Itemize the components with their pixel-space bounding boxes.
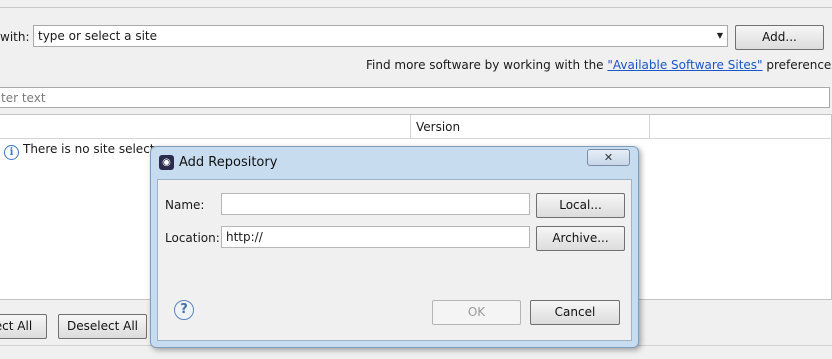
info-icon: i: [4, 145, 19, 160]
cancel-button-label: Cancel: [554, 305, 596, 319]
ok-button-label: OK: [467, 305, 486, 319]
select-all-label: ect All: [0, 319, 33, 333]
local-button-label: Local...: [559, 198, 602, 212]
location-value: http://: [226, 230, 263, 244]
add-button-label: Add...: [762, 30, 797, 44]
work-with-label: with:: [0, 30, 30, 44]
help-glyph: ?: [180, 302, 188, 317]
eclipse-icon: ◉: [159, 155, 174, 170]
name-label: Name:: [165, 198, 205, 212]
dialog-title-bar[interactable]: ◉ Add Repository ✕: [151, 147, 638, 179]
column-version-header[interactable]: Version: [416, 120, 460, 134]
select-all-button[interactable]: ect All: [0, 314, 47, 339]
find-more-text: Find more software by working with the "…: [366, 58, 832, 72]
column-divider: [410, 115, 411, 138]
filter-placeholder: ter text: [1, 91, 46, 105]
no-site-message: There is no site selecte: [23, 142, 162, 156]
chevron-down-icon[interactable]: ▼: [717, 31, 723, 40]
site-combo[interactable]: type or select a site ▼: [33, 25, 728, 47]
filter-input[interactable]: ter text: [0, 87, 830, 108]
close-icon: ✕: [603, 151, 614, 164]
cancel-button[interactable]: Cancel: [530, 300, 620, 325]
dialog-body: Name: Local... Location: http:// Archive…: [157, 179, 632, 341]
deselect-all-button[interactable]: Deselect All: [58, 314, 147, 339]
table-row: i There is no site selecte: [4, 142, 162, 160]
deselect-all-label: Deselect All: [67, 319, 138, 333]
find-more-prefix: Find more software by working with the: [366, 58, 608, 72]
table-header: Version: [0, 115, 831, 139]
find-more-suffix: preferences.: [766, 58, 832, 72]
site-combo-value: type or select a site: [38, 29, 158, 43]
local-button[interactable]: Local...: [536, 193, 625, 218]
dialog-title: Add Repository: [179, 155, 278, 170]
archive-button[interactable]: Archive...: [536, 226, 625, 251]
name-field[interactable]: [221, 193, 530, 215]
archive-button-label: Archive...: [552, 231, 609, 245]
add-repository-dialog: ◉ Add Repository ✕ Name: Local... Locati…: [150, 146, 639, 348]
available-software-sites-link[interactable]: "Available Software Sites": [607, 58, 762, 72]
ok-button[interactable]: OK: [432, 300, 521, 325]
help-icon[interactable]: ?: [174, 300, 194, 320]
location-label: Location:: [165, 231, 220, 245]
top-divider: [0, 7, 832, 8]
column-divider: [649, 115, 650, 138]
add-button[interactable]: Add...: [735, 25, 824, 50]
location-field[interactable]: http://: [221, 226, 530, 248]
close-button[interactable]: ✕: [587, 149, 630, 166]
